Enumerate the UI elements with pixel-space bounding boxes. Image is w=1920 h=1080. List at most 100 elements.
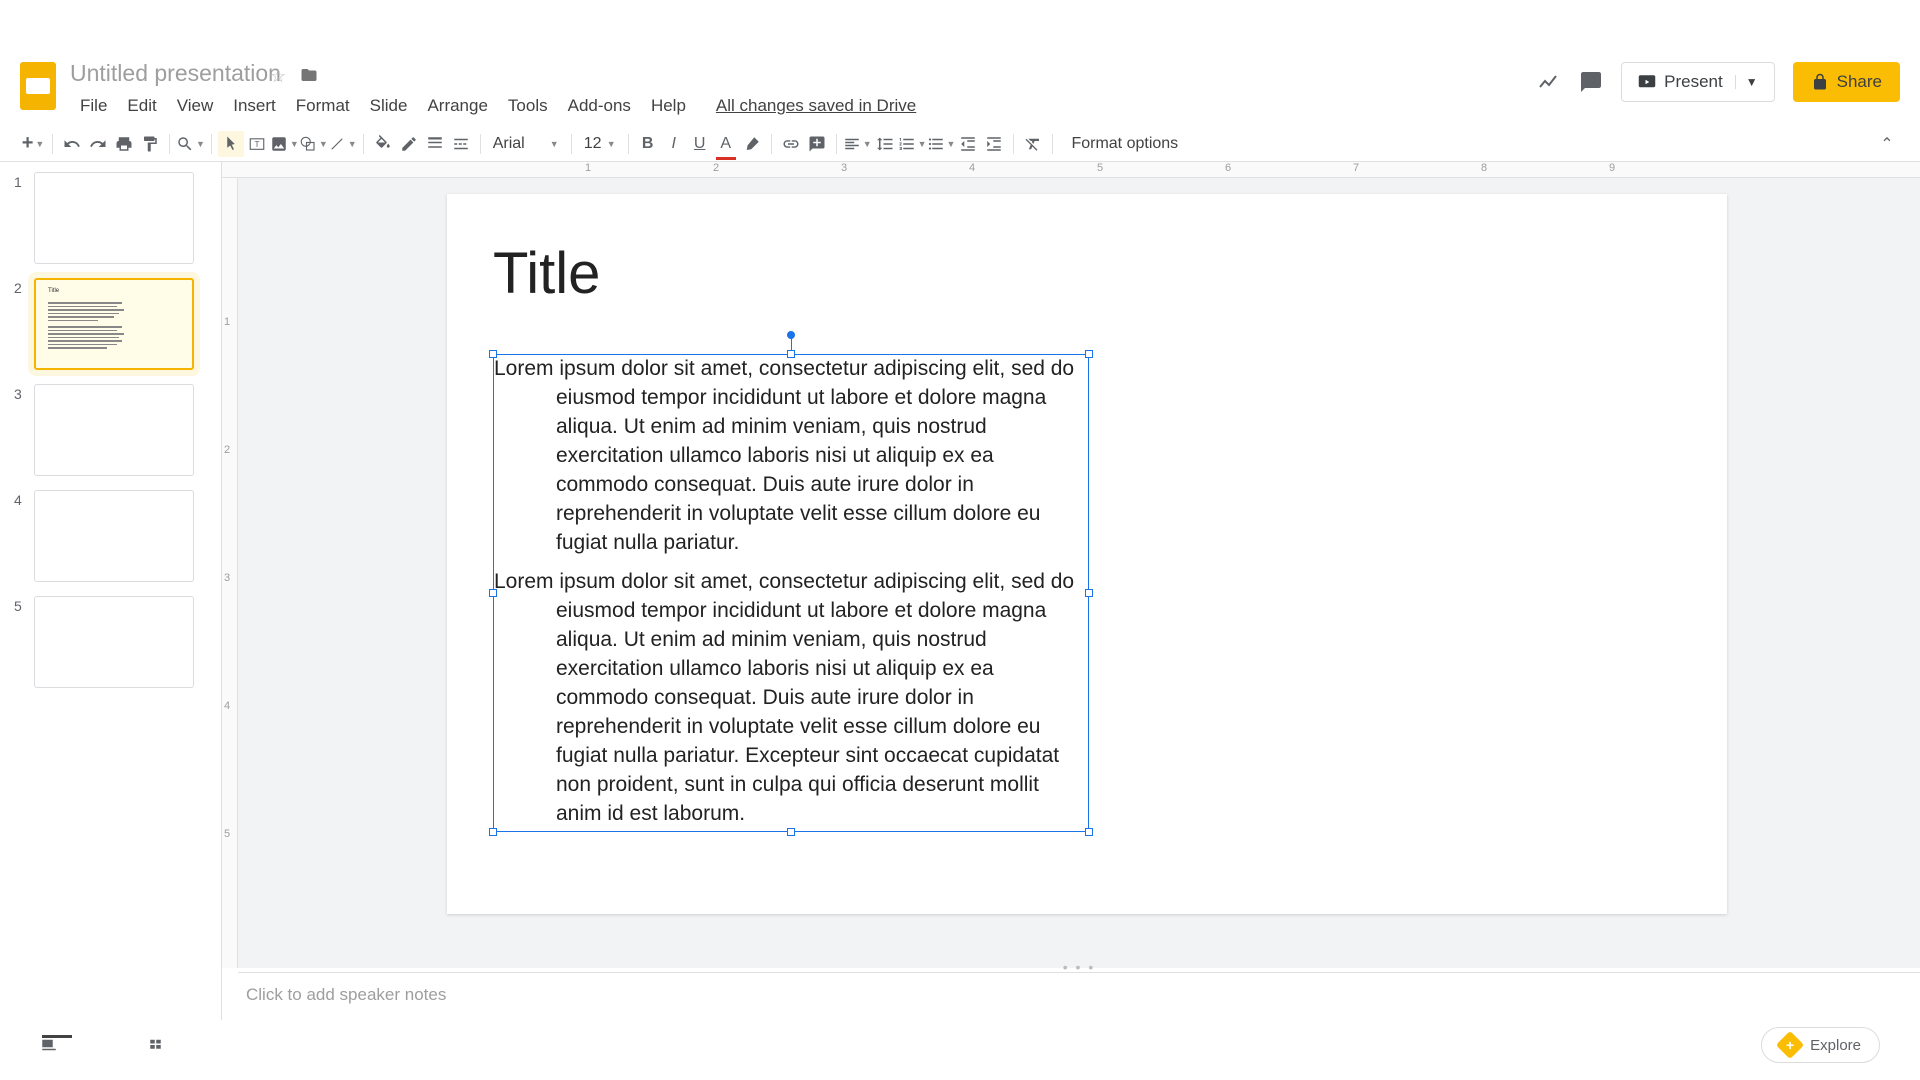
filmstrip: 1 2 Title 3 4 5 bbox=[0, 162, 222, 1020]
menu-slide[interactable]: Slide bbox=[360, 92, 418, 120]
share-button[interactable]: Share bbox=[1793, 62, 1900, 102]
ruler-v-tick: 3 bbox=[224, 572, 230, 584]
resize-handle-ne[interactable] bbox=[1085, 350, 1093, 358]
print-button[interactable] bbox=[111, 131, 137, 157]
horizontal-ruler: 1 2 3 4 5 6 7 8 9 bbox=[222, 162, 1920, 178]
save-status[interactable]: All changes saved in Drive bbox=[706, 92, 926, 120]
border-weight-button[interactable] bbox=[422, 131, 448, 157]
slide[interactable]: Title Lorem ipsum dolor sit amet, consec… bbox=[447, 194, 1727, 914]
canvas[interactable]: Title Lorem ipsum dolor sit amet, consec… bbox=[238, 178, 1920, 968]
comments-icon[interactable] bbox=[1579, 70, 1603, 94]
rotate-handle[interactable] bbox=[787, 331, 795, 339]
menu-arrange[interactable]: Arrange bbox=[417, 92, 497, 120]
speaker-notes[interactable]: Click to add speaker notes bbox=[238, 972, 1920, 1020]
menu-view[interactable]: View bbox=[167, 92, 224, 120]
format-options-button[interactable]: Format options bbox=[1071, 135, 1178, 153]
bold-button[interactable]: B bbox=[635, 131, 661, 157]
redo-button[interactable] bbox=[85, 131, 111, 157]
font-size-select[interactable]: 12▼ bbox=[578, 131, 622, 157]
present-dropdown-icon[interactable]: ▼ bbox=[1735, 75, 1758, 89]
ruler-h-tick: 6 bbox=[1225, 162, 1231, 174]
slide-title-text[interactable]: Title bbox=[493, 240, 600, 307]
body-paragraph-2[interactable]: Lorem ipsum dolor sit amet, consectetur … bbox=[494, 568, 1088, 829]
resize-handle-nw[interactable] bbox=[489, 350, 497, 358]
insert-link-button[interactable] bbox=[778, 131, 804, 157]
shape-tool[interactable]: ▼ bbox=[299, 131, 328, 157]
body-paragraph-1[interactable]: Lorem ipsum dolor sit amet, consectetur … bbox=[494, 355, 1088, 558]
ruler-h-tick: 4 bbox=[969, 162, 975, 174]
body-text-box[interactable]: Lorem ipsum dolor sit amet, consectetur … bbox=[493, 354, 1089, 832]
ruler-h-tick: 2 bbox=[713, 162, 719, 174]
menu-file[interactable]: File bbox=[70, 92, 117, 120]
explore-button[interactable]: Explore bbox=[1761, 1027, 1880, 1063]
image-tool[interactable]: ▼ bbox=[270, 131, 299, 157]
font-family-select[interactable]: Arial▼ bbox=[487, 131, 565, 157]
bottom-bar: Explore bbox=[0, 1020, 1920, 1070]
resize-handle-w[interactable] bbox=[489, 589, 497, 597]
document-title[interactable]: Untitled presentation bbox=[70, 60, 281, 87]
text-color-button[interactable]: A bbox=[713, 131, 739, 157]
slide-thumbnail-4[interactable] bbox=[34, 490, 194, 582]
resize-handle-se[interactable] bbox=[1085, 828, 1093, 836]
slide-thumbnail-5[interactable] bbox=[34, 596, 194, 688]
resize-handle-sw[interactable] bbox=[489, 828, 497, 836]
ruler-v-tick: 1 bbox=[224, 316, 230, 328]
resize-handle-n[interactable] bbox=[787, 350, 795, 358]
app-logo[interactable] bbox=[20, 62, 56, 110]
line-spacing-button[interactable] bbox=[872, 131, 898, 157]
zoom-button[interactable]: ▼ bbox=[176, 131, 205, 157]
menu-addons[interactable]: Add-ons bbox=[558, 92, 641, 120]
ruler-v-tick: 2 bbox=[224, 444, 230, 456]
menu-tools[interactable]: Tools bbox=[498, 92, 558, 120]
font-family-label: Arial bbox=[493, 135, 525, 153]
resize-handle-e[interactable] bbox=[1085, 589, 1093, 597]
slide-thumbnail-1[interactable] bbox=[34, 172, 194, 264]
ruler-h-tick: 9 bbox=[1609, 162, 1615, 174]
grid-view-button[interactable] bbox=[148, 1036, 166, 1054]
slide-thumbnail-3[interactable] bbox=[34, 384, 194, 476]
insert-comment-button[interactable] bbox=[804, 131, 830, 157]
underline-button[interactable]: U bbox=[687, 131, 713, 157]
menu-format[interactable]: Format bbox=[286, 92, 360, 120]
paint-format-button[interactable] bbox=[137, 131, 163, 157]
italic-button[interactable]: I bbox=[661, 131, 687, 157]
filmstrip-view-button[interactable] bbox=[40, 1036, 58, 1054]
vertical-ruler: 1 2 3 4 5 bbox=[222, 178, 238, 968]
ruler-h-tick: 3 bbox=[841, 162, 847, 174]
toolbar: +▼ ▼ T ▼ ▼ ▼ Arial▼ 12▼ B I U A ▼ ▼ ▼ Fo… bbox=[0, 126, 1920, 162]
align-button[interactable]: ▼ bbox=[843, 131, 872, 157]
collapse-toolbar-icon[interactable]: ⌃ bbox=[1874, 131, 1900, 157]
move-folder-icon[interactable] bbox=[300, 66, 318, 84]
menu-edit[interactable]: Edit bbox=[117, 92, 166, 120]
ruler-v-tick: 4 bbox=[224, 700, 230, 712]
ruler-h-tick: 8 bbox=[1481, 162, 1487, 174]
line-tool[interactable]: ▼ bbox=[328, 131, 357, 157]
thumb-number: 5 bbox=[14, 596, 34, 688]
star-icon[interactable]: ☆ bbox=[270, 66, 286, 87]
text-box-tool[interactable]: T bbox=[244, 131, 270, 157]
fill-color-button[interactable] bbox=[370, 131, 396, 157]
activity-icon[interactable] bbox=[1537, 70, 1561, 94]
menu-help[interactable]: Help bbox=[641, 92, 696, 120]
clear-formatting-button[interactable] bbox=[1020, 131, 1046, 157]
notes-divider[interactable]: • • • bbox=[238, 962, 1920, 972]
border-dash-button[interactable] bbox=[448, 131, 474, 157]
ruler-h-tick: 7 bbox=[1353, 162, 1359, 174]
increase-indent-button[interactable] bbox=[981, 131, 1007, 157]
border-color-button[interactable] bbox=[396, 131, 422, 157]
menu-insert[interactable]: Insert bbox=[223, 92, 286, 120]
thumb-number: 4 bbox=[14, 490, 34, 582]
select-tool[interactable] bbox=[218, 131, 244, 157]
new-slide-button[interactable]: +▼ bbox=[20, 131, 46, 157]
ruler-v-tick: 5 bbox=[224, 828, 230, 840]
numbered-list-button[interactable]: ▼ bbox=[898, 131, 927, 157]
present-button[interactable]: Present ▼ bbox=[1621, 62, 1774, 102]
decrease-indent-button[interactable] bbox=[955, 131, 981, 157]
resize-handle-s[interactable] bbox=[787, 828, 795, 836]
svg-text:T: T bbox=[254, 140, 259, 149]
highlight-color-button[interactable] bbox=[739, 131, 765, 157]
bulleted-list-button[interactable]: ▼ bbox=[927, 131, 956, 157]
thumb-number: 1 bbox=[14, 172, 34, 264]
undo-button[interactable] bbox=[59, 131, 85, 157]
slide-thumbnail-2[interactable]: Title bbox=[34, 278, 194, 370]
